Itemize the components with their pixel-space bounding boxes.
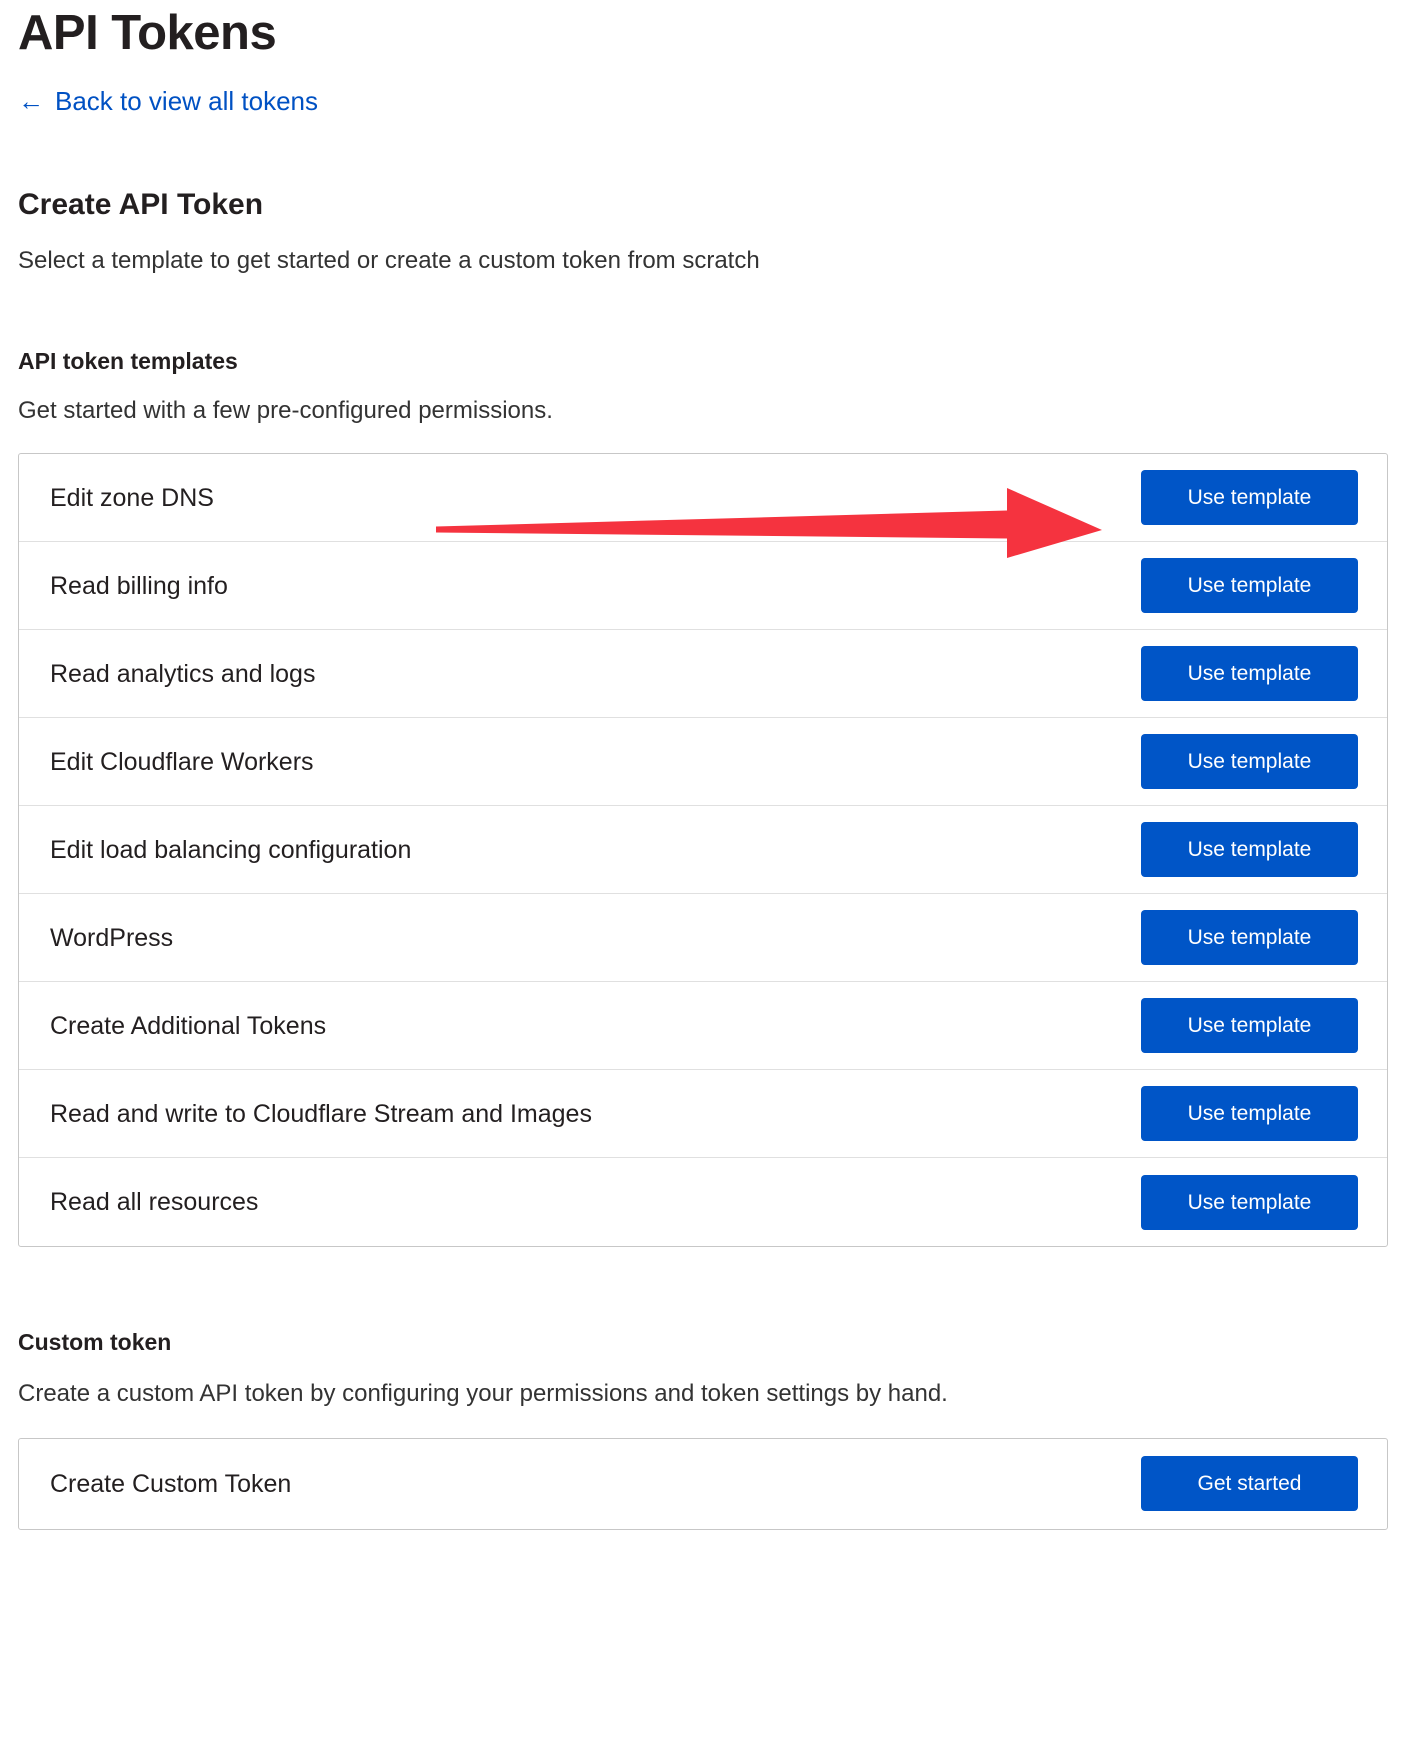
- template-name: Edit load balancing configuration: [50, 835, 412, 864]
- table-row: Read analytics and logs Use template: [19, 630, 1387, 719]
- table-row: Edit zone DNS Use template: [19, 454, 1387, 543]
- create-api-token-section: Create API Token Select a template to ge…: [18, 187, 1388, 276]
- back-link-label: Back to view all tokens: [55, 85, 319, 116]
- use-template-button[interactable]: Use template: [1141, 998, 1358, 1054]
- templates-table: Edit zone DNS Use template Read billing …: [18, 453, 1388, 1248]
- page-title: API Tokens: [18, 6, 277, 60]
- use-template-button[interactable]: Use template: [1141, 734, 1358, 790]
- table-row: Edit Cloudflare Workers Use template: [19, 718, 1387, 807]
- template-name: WordPress: [50, 923, 174, 952]
- api-tokens-page: API Tokens ← Back to view all tokens Cre…: [0, 0, 1406, 1530]
- api-token-templates-heading: API token templates: [18, 347, 238, 374]
- left-arrow-icon: ←: [18, 85, 44, 116]
- custom-token-description: Create a custom API token by configuring…: [18, 1379, 948, 1407]
- create-api-token-description: Select a template to get started or crea…: [18, 246, 760, 274]
- api-token-templates-section: API token templates Get started with a f…: [18, 348, 1388, 1248]
- table-row: WordPress Use template: [19, 894, 1387, 983]
- use-template-button[interactable]: Use template: [1141, 1086, 1358, 1142]
- table-row: Create Custom Token Get started: [19, 1439, 1387, 1529]
- api-token-templates-description: Get started with a few pre-configured pe…: [18, 397, 553, 425]
- template-name: Create Additional Tokens: [50, 1011, 327, 1040]
- template-name: Read all resources: [50, 1188, 259, 1217]
- template-name: Read and write to Cloudflare Stream and …: [50, 1099, 592, 1128]
- use-template-button[interactable]: Use template: [1141, 470, 1358, 526]
- get-started-button[interactable]: Get started: [1141, 1456, 1358, 1512]
- template-name: Edit Cloudflare Workers: [50, 747, 314, 776]
- custom-token-section: Custom token Create a custom API token b…: [18, 1329, 1388, 1530]
- use-template-button[interactable]: Use template: [1141, 1174, 1358, 1230]
- template-name: Edit zone DNS: [50, 483, 214, 512]
- template-name: Read analytics and logs: [50, 659, 316, 688]
- custom-token-heading: Custom token: [18, 1329, 172, 1356]
- use-template-button[interactable]: Use template: [1141, 558, 1358, 614]
- create-api-token-heading: Create API Token: [18, 187, 264, 221]
- table-row: Read billing info Use template: [19, 542, 1387, 631]
- use-template-button[interactable]: Use template: [1141, 910, 1358, 966]
- table-row: Edit load balancing configuration Use te…: [19, 806, 1387, 895]
- table-row: Read all resources Use template: [19, 1158, 1387, 1246]
- custom-token-row-label: Create Custom Token: [50, 1469, 292, 1498]
- use-template-button[interactable]: Use template: [1141, 822, 1358, 878]
- custom-token-table: Create Custom Token Get started: [18, 1437, 1388, 1530]
- table-row: Read and write to Cloudflare Stream and …: [19, 1070, 1387, 1159]
- template-name: Read billing info: [50, 571, 228, 600]
- table-row: Create Additional Tokens Use template: [19, 982, 1387, 1071]
- back-to-all-tokens-link[interactable]: ← Back to view all tokens: [18, 88, 318, 114]
- use-template-button[interactable]: Use template: [1141, 646, 1358, 702]
